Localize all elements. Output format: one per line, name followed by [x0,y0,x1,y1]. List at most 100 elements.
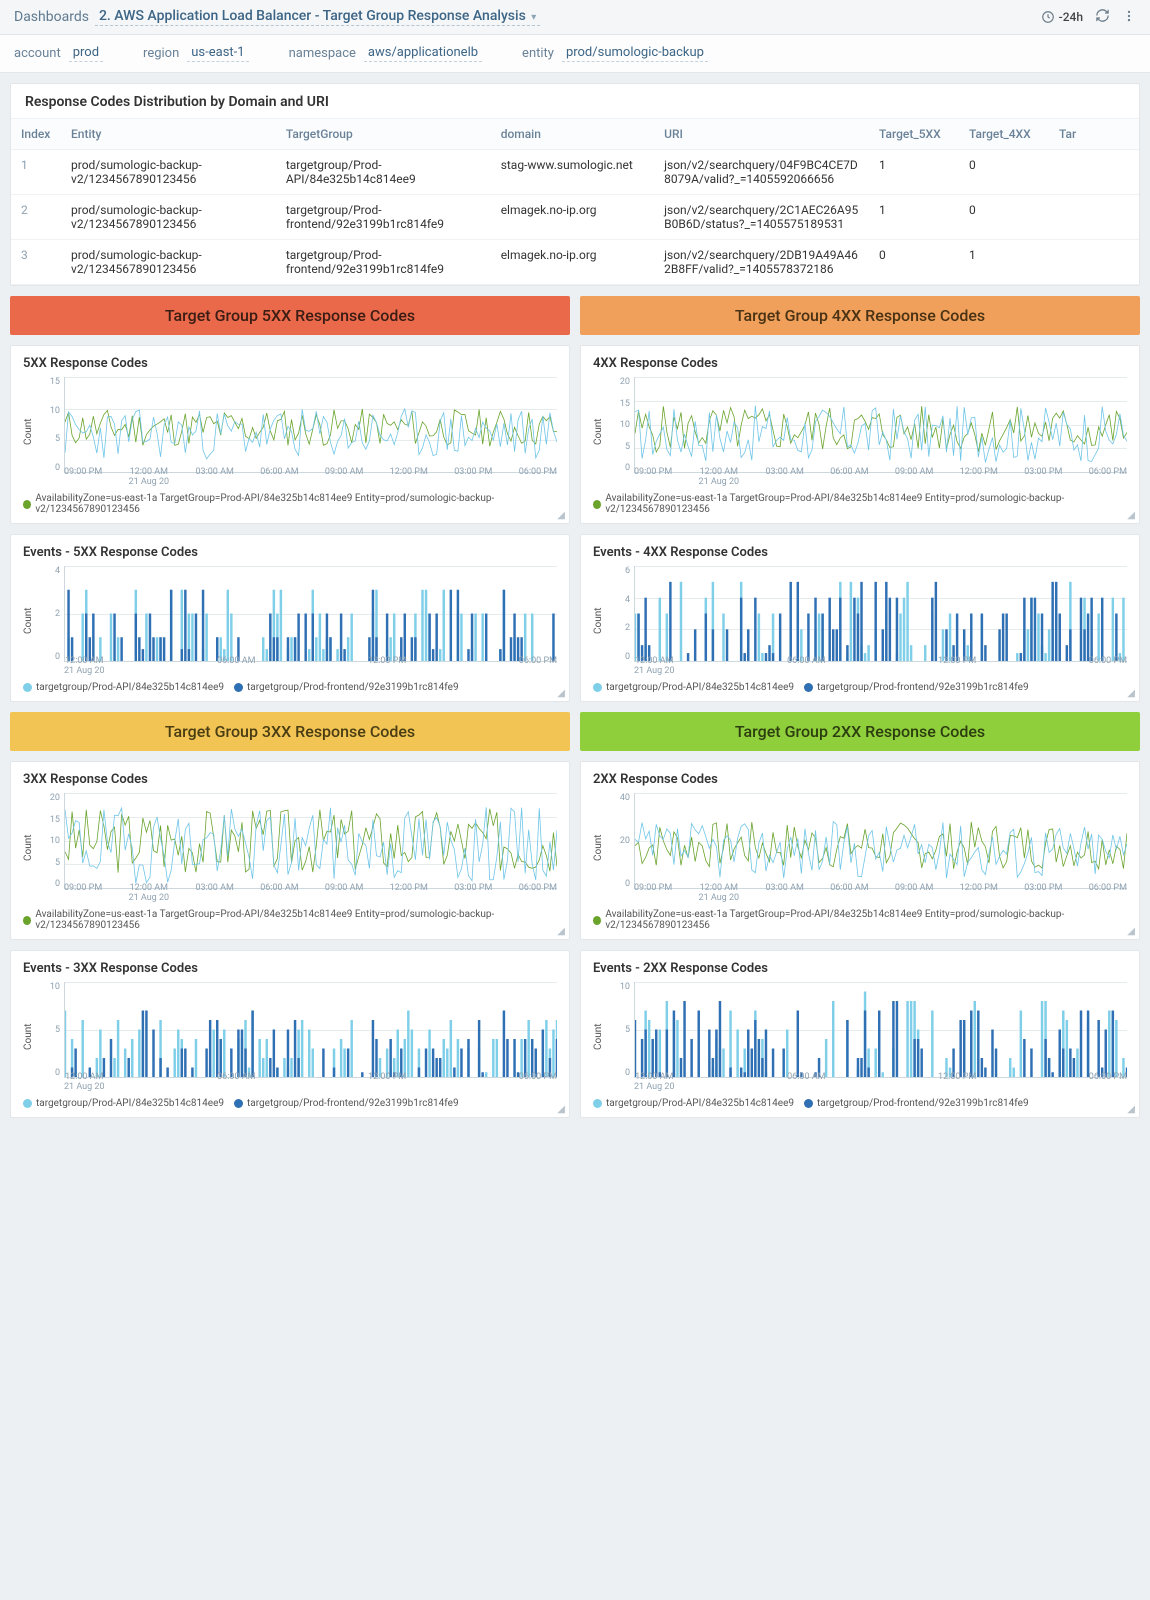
y-tick: 4 [608,595,630,605]
resize-handle-icon[interactable]: ◢ [557,926,565,937]
table-header[interactable]: Index [11,119,61,150]
x-tick: 12:00 AM21 Aug 20 [64,1072,105,1092]
dashboard-title[interactable]: 2. AWS Application Load Balancer - Targe… [95,8,540,26]
legend-text: AvailabilityZone=us-east-1a TargetGroup=… [605,909,1127,931]
chart-4xx-events: Events - 4XX Response CodesCount642012:0… [580,534,1140,702]
breadcrumb-root[interactable]: Dashboards [14,9,89,25]
more-menu-button[interactable] [1122,9,1136,26]
x-tick: 03:00 PM [454,883,492,903]
x-tick: 09:00 AM [325,467,363,487]
x-tick: 03:00 PM [1024,467,1062,487]
table-header[interactable]: Target_5XX [869,119,959,150]
x-tick: 12:00 AM21 Aug 20 [64,656,105,676]
resize-handle-icon[interactable]: ◢ [1127,510,1135,521]
refresh-button[interactable] [1095,8,1110,26]
x-tick: 06:00 PM [519,1072,557,1092]
legend-swatch [593,916,601,925]
table-header[interactable]: Entity [61,119,276,150]
table-header[interactable]: Target_4XX [959,119,1049,150]
table-cell: targetgroup/Prod-frontend/92e3199b1rc814… [276,240,491,285]
table-cell: elmagek.no-ip.org [491,240,654,285]
chart-legend: targetgroup/Prod-API/84e325b14c814ee9tar… [593,1098,1127,1109]
table-cell: 0 [959,150,1049,195]
x-tick: 12:00 PM [960,467,998,487]
resize-handle-icon[interactable]: ◢ [1127,1104,1135,1115]
kebab-icon [1122,9,1136,23]
x-tick: 06:00 AM [787,656,825,676]
resize-handle-icon[interactable]: ◢ [1127,688,1135,699]
top-tools: -24h [1041,8,1136,26]
legend-swatch [593,500,601,509]
table-row[interactable]: 1prod/sumologic-backup-v2/12345678901234… [11,150,1139,195]
x-tick: 12:00 AM21 Aug 20 [634,656,675,676]
filter-value: us-east-1 [187,45,248,62]
filter-entity[interactable]: entity prod/sumologic-backup [522,45,708,62]
x-tick: 12:00 AM21 Aug 20 [634,1072,675,1092]
y-axis-label: Count [23,377,34,487]
y-tick: 0 [38,652,60,662]
x-tick: 06:00 PM [1089,467,1127,487]
y-tick: 0 [608,652,630,662]
x-tick: 03:00 AM [765,883,803,903]
resize-handle-icon[interactable]: ◢ [557,688,565,699]
y-tick: 2 [38,609,60,619]
table-cell: prod/sumologic-backup-v2/123456789012345… [61,240,276,285]
y-tick: 2 [608,623,630,633]
y-tick: 20 [608,836,630,846]
legend-swatch [23,500,31,509]
y-tick: 5 [608,1025,630,1035]
x-tick: 06:00 AM [830,467,868,487]
y-tick: 4 [38,566,60,576]
y-tick: 0 [608,463,630,473]
chart-title: 2XX Response Codes [593,772,1127,787]
x-tick: 06:00 PM [519,656,557,676]
chevron-down-icon: ▾ [531,12,536,23]
table-header[interactable]: URI [654,119,869,150]
x-tick: 06:00 PM [1089,656,1127,676]
filter-account[interactable]: account prod [14,45,103,62]
chart-legend: AvailabilityZone=us-east-1a TargetGroup=… [593,493,1127,515]
legend-swatch [804,1099,813,1108]
section-banner-5xx: Target Group 5XX Response Codes [10,296,570,335]
section-banner-3xx: Target Group 3XX Response Codes [10,712,570,751]
legend-swatch [23,1099,32,1108]
y-tick: 0 [38,463,60,473]
x-tick: 03:00 AM [195,883,233,903]
y-tick: 15 [38,377,60,387]
section-banner-4xx: Target Group 4XX Response Codes [580,296,1140,335]
table-header[interactable]: TargetGroup [276,119,491,150]
table-row[interactable]: 3prod/sumologic-backup-v2/12345678901234… [11,240,1139,285]
x-tick: 03:00 AM [195,467,233,487]
x-tick: 09:00 PM [634,467,672,487]
table-header[interactable]: Tar [1049,119,1139,150]
y-axis-label: Count [593,793,604,903]
legend-text: targetgroup/Prod-frontend/92e3199b1rc814… [817,1098,1029,1109]
chart-2xx-codes: 2XX Response CodesCount4020009:00 PM12:0… [580,761,1140,940]
x-tick: 12:00 PM [368,1072,406,1092]
x-tick: 12:00 PM [938,656,976,676]
y-axis-label: Count [593,982,604,1092]
resize-handle-icon[interactable]: ◢ [557,510,565,521]
table-header[interactable]: domain [491,119,654,150]
x-tick: 12:00 PM [938,1072,976,1092]
filter-region[interactable]: region us-east-1 [143,45,249,62]
legend-text: targetgroup/Prod-API/84e325b14c814ee9 [36,682,224,693]
chart-legend: AvailabilityZone=us-east-1a TargetGroup=… [593,909,1127,931]
filter-namespace[interactable]: namespace aws/applicationelb [289,45,482,62]
time-range-picker[interactable]: -24h [1041,10,1083,24]
resize-handle-icon[interactable]: ◢ [1127,926,1135,937]
y-axis-label: Count [23,566,34,676]
chart-5xx-events: Events - 5XX Response CodesCount42012:00… [10,534,570,702]
legend-swatch [593,683,602,692]
y-axis-label: Count [23,793,34,903]
clock-icon [1041,10,1055,24]
table-cell [1049,150,1139,195]
x-tick: 09:00 PM [634,883,672,903]
legend-swatch [23,683,32,692]
dashboard-title-text: 2. AWS Application Load Balancer - Targe… [99,8,526,24]
table-row[interactable]: 2prod/sumologic-backup-v2/12345678901234… [11,195,1139,240]
resize-handle-icon[interactable]: ◢ [557,1104,565,1115]
x-tick: 06:00 AM [217,1072,255,1092]
x-tick: 06:00 PM [519,883,557,903]
table-cell: 2 [11,195,61,240]
